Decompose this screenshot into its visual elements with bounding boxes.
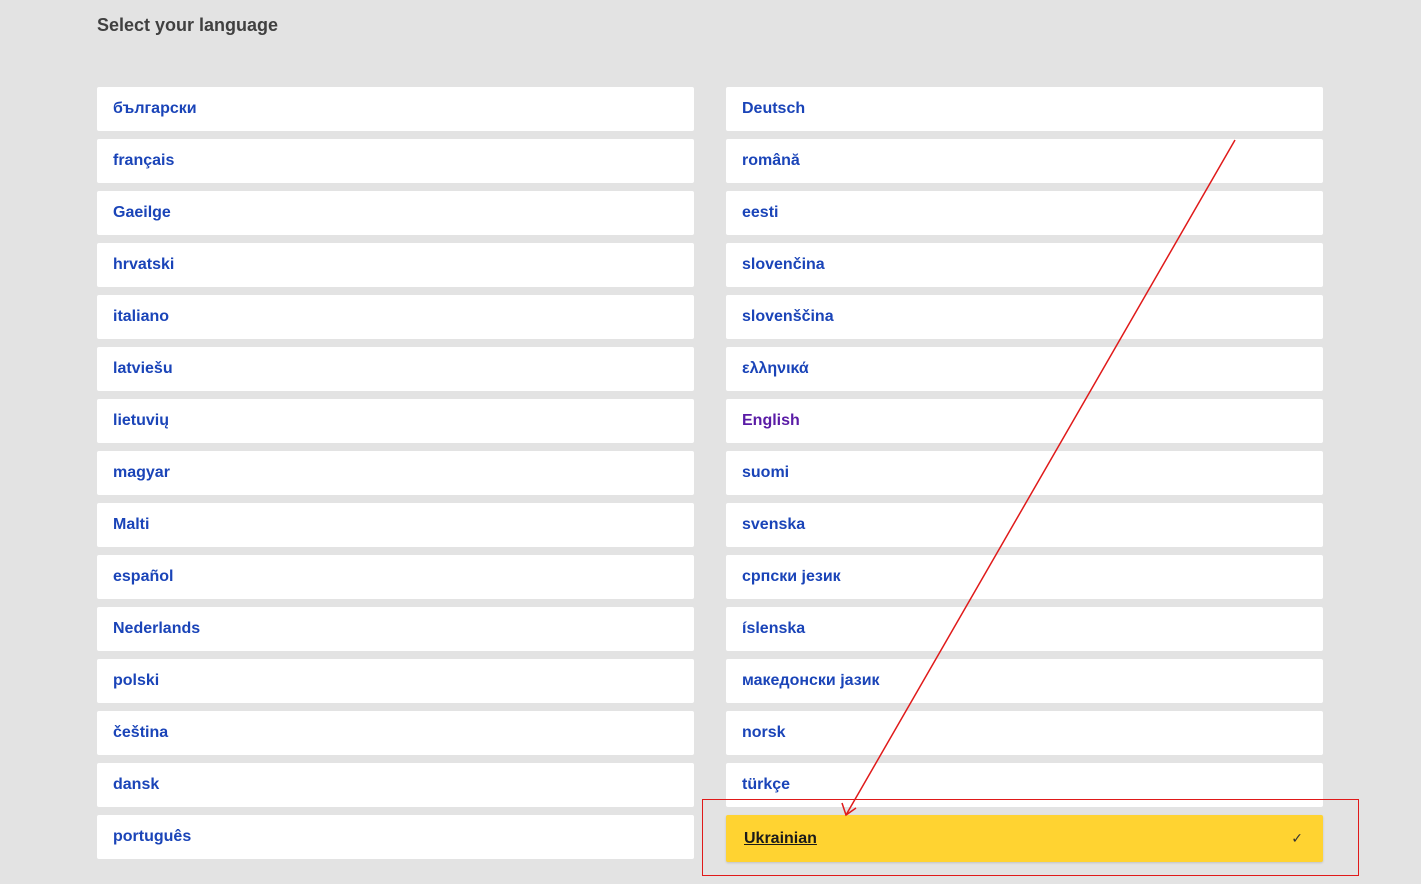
language-selection-page: Select your language български français … xyxy=(0,0,1421,884)
annotation-arrow xyxy=(841,139,1236,817)
